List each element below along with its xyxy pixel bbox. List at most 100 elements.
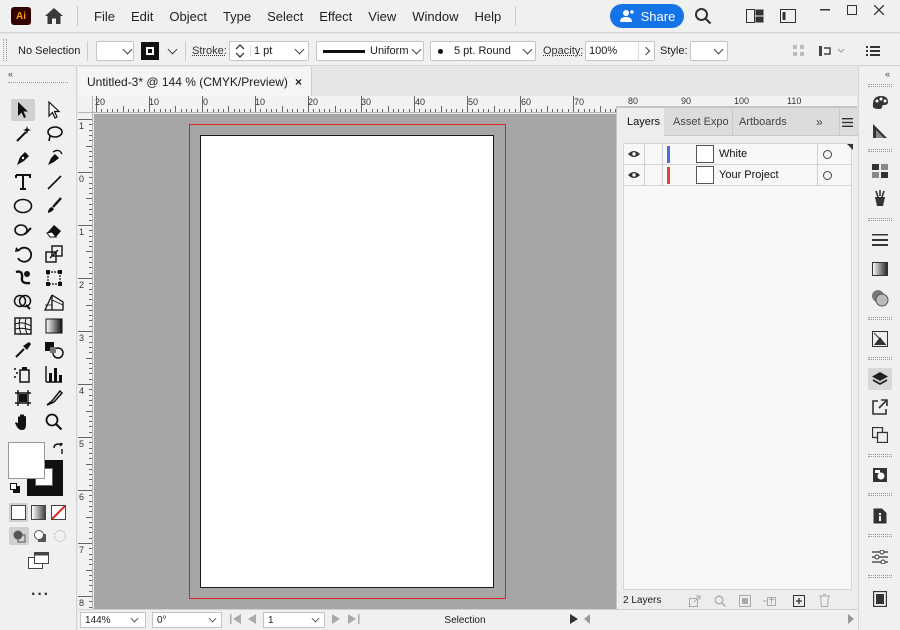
links-icon[interactable] — [868, 464, 892, 486]
mesh-tool-icon[interactable] — [11, 315, 35, 337]
image-trace-icon[interactable] — [868, 328, 892, 350]
profile-chevron-icon[interactable] — [409, 41, 423, 61]
properties-icon[interactable] — [868, 546, 892, 568]
transform-icon[interactable] — [818, 41, 848, 61]
menu-type[interactable]: Type — [215, 9, 259, 24]
edit-toolbar-icon[interactable]: ··· — [31, 586, 50, 604]
brush-chevron-icon[interactable] — [520, 41, 534, 61]
layers-panel-icon[interactable] — [868, 368, 892, 390]
symbol-sprayer-tool-icon[interactable] — [11, 363, 35, 385]
stroke-label[interactable]: Stroke: — [192, 41, 227, 61]
shape-builder-tool-icon[interactable] — [11, 291, 35, 313]
dock-grip[interactable] — [868, 534, 892, 537]
fill-swatch[interactable] — [8, 442, 45, 479]
dock-grip[interactable] — [868, 454, 892, 457]
dock-grip[interactable] — [868, 218, 892, 221]
ellipse-tool-icon[interactable] — [11, 195, 35, 217]
screen-mode-icon[interactable] — [28, 552, 50, 573]
create-new-layer-icon[interactable] — [792, 594, 805, 607]
color-mode-icon[interactable] — [11, 505, 26, 520]
zoom-tool-icon[interactable] — [42, 411, 66, 433]
gradient-mode-icon[interactable] — [31, 505, 46, 520]
graphic-style-swatch[interactable] — [690, 41, 728, 61]
gradient-tool-icon[interactable] — [42, 315, 66, 337]
layer-row-white[interactable]: White — [624, 144, 853, 165]
maximize-icon[interactable] — [839, 1, 865, 19]
line-tool-icon[interactable] — [42, 171, 66, 193]
menu-select[interactable]: Select — [259, 9, 311, 24]
dock-grip[interactable] — [868, 317, 892, 320]
horizontal-ruler[interactable]: 20 10 0 10 20 30 40 50 60 70 — [93, 96, 616, 113]
artboard[interactable] — [200, 135, 494, 588]
draw-normal-icon[interactable] — [9, 527, 29, 545]
control-bar-grip[interactable] — [3, 39, 7, 61]
eyedropper-tool-icon[interactable] — [11, 339, 35, 361]
collapse-tools-icon[interactable]: « — [8, 69, 13, 79]
canvas[interactable] — [94, 114, 616, 609]
rotate-tool-icon[interactable] — [11, 243, 35, 265]
control-panel-menu-icon[interactable] — [866, 41, 882, 61]
brushes-icon[interactable] — [868, 187, 892, 209]
selection-tool-icon[interactable] — [11, 99, 35, 121]
color-guide-icon[interactable] — [868, 120, 892, 142]
expand-panels-icon[interactable]: » — [816, 108, 834, 136]
stroke-dropdown-chevron-icon[interactable] — [167, 44, 178, 54]
variable-width-profile[interactable]: Uniform — [316, 41, 424, 61]
eraser-tool-icon[interactable] — [42, 219, 66, 241]
layer-target-icon[interactable] — [823, 170, 832, 180]
hand-tool-icon[interactable] — [11, 411, 35, 433]
visibility-eye-icon[interactable] — [627, 168, 641, 182]
previous-artboard-icon[interactable] — [248, 614, 257, 627]
menu-effect[interactable]: Effect — [311, 9, 360, 24]
export-icon[interactable] — [868, 396, 892, 418]
stroke-weight-field[interactable]: 1 pt — [229, 41, 309, 61]
first-artboard-icon[interactable] — [230, 614, 242, 627]
make-clipping-mask-icon[interactable] — [738, 594, 751, 607]
align-icon[interactable] — [792, 41, 808, 61]
share-button[interactable]: Share — [610, 4, 684, 28]
last-artboard-icon[interactable] — [348, 614, 360, 627]
tab-layers[interactable]: Layers — [617, 108, 664, 136]
direct-selection-tool-icon[interactable] — [42, 99, 66, 121]
libraries-icon[interactable] — [868, 588, 892, 610]
column-graph-tool-icon[interactable] — [42, 363, 66, 385]
create-sublayer-icon[interactable] — [763, 594, 776, 607]
home-icon[interactable] — [43, 5, 65, 27]
opacity-field[interactable]: 100% — [585, 41, 655, 61]
menu-window[interactable]: Window — [404, 9, 466, 24]
tab-artboards[interactable]: Artboards — [732, 108, 792, 136]
opacity-arrow-icon[interactable] — [638, 42, 651, 60]
artboard-number-field[interactable]: 1 — [263, 612, 325, 628]
slice-tool-icon[interactable] — [42, 387, 66, 409]
color-panel-icon[interactable] — [868, 91, 892, 113]
workspace-switcher-icon[interactable] — [778, 6, 798, 26]
search-icon[interactable] — [693, 6, 713, 26]
opacity-label[interactable]: Opacity: — [543, 41, 583, 61]
next-artboard-icon[interactable] — [332, 614, 341, 627]
layer-name[interactable]: White — [719, 148, 747, 160]
lasso-tool-icon[interactable] — [42, 123, 66, 145]
pen-tool-icon[interactable] — [11, 147, 35, 169]
paintbrush-tool-icon[interactable] — [42, 195, 66, 217]
stroke-color-swatch[interactable] — [140, 41, 180, 61]
menu-help[interactable]: Help — [466, 9, 509, 24]
dock-grip[interactable] — [868, 493, 892, 496]
document-tab[interactable]: Untitled-3* @ 144 % (CMYK/Preview) × — [78, 67, 312, 96]
stroke-weight-chevron-icon[interactable] — [294, 44, 305, 54]
draw-inside-icon[interactable] — [51, 527, 69, 545]
panel-grip[interactable] — [8, 82, 68, 83]
collapse-dock-icon[interactable]: « — [885, 69, 890, 79]
free-transform-tool-icon[interactable] — [42, 267, 66, 289]
scroll-left-icon[interactable] — [584, 614, 590, 627]
dock-grip[interactable] — [868, 84, 892, 87]
layer-target-icon[interactable] — [823, 149, 832, 159]
tab-asset-export[interactable]: Asset Expor — [667, 108, 729, 136]
vertical-ruler[interactable]: 1 0 1 2 3 4 5 6 7 8 — [78, 113, 93, 609]
locate-object-icon[interactable] — [713, 594, 726, 607]
menu-view[interactable]: View — [360, 9, 404, 24]
curvature-tool-icon[interactable] — [42, 147, 66, 169]
perspective-grid-tool-icon[interactable] — [42, 291, 66, 313]
stepper-icon[interactable] — [232, 42, 248, 60]
panel-menu-icon[interactable] — [839, 108, 855, 136]
swap-fill-stroke-icon[interactable] — [52, 441, 64, 458]
